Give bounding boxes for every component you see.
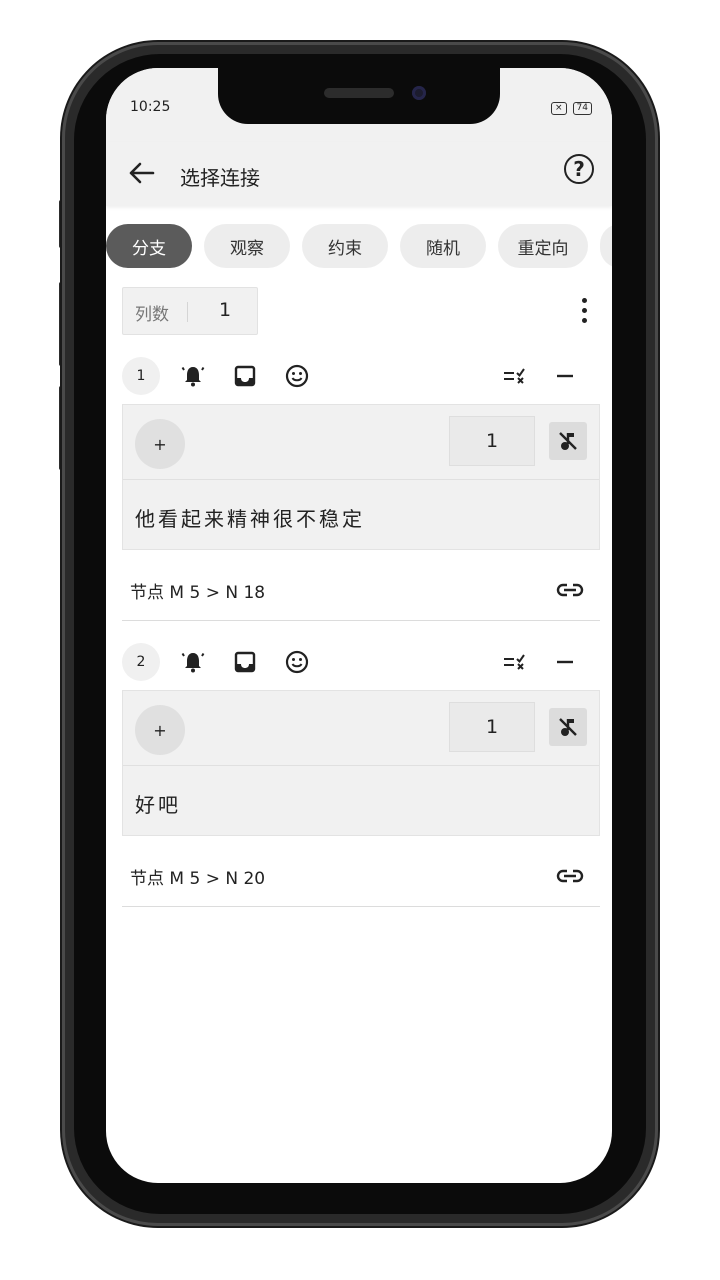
branch-header: 2 [122,642,600,682]
page-title: 选择连接 [180,166,260,190]
inbox-icon[interactable] [232,649,258,675]
tab-random[interactable]: 随机 [400,224,486,268]
tab-redirect[interactable]: 重定向 [498,224,588,268]
branch-dialogue-text[interactable]: 他看起来精神很不稳定 [135,503,365,532]
add-condition-button[interactable]: + [135,705,185,755]
status-icons: × 74 [551,102,592,115]
alarm-bell-icon[interactable] [180,649,206,675]
music-off-icon[interactable] [549,422,587,460]
checklist-icon[interactable] [502,649,528,675]
app-bar: 选择连接 ? [106,142,612,206]
branch-node-label: 节点 M 5 > N 20 [130,869,266,889]
tab-overflow[interactable] [600,224,612,268]
branch-dialogue-text[interactable]: 好吧 [135,789,181,818]
branch-divider [122,620,600,621]
smiley-icon[interactable] [284,363,310,389]
inbox-icon[interactable] [232,363,258,389]
connection-type-tabs: 分支 观察 约束 随机 重定向 [106,224,612,268]
front-camera [412,86,426,100]
branch-node-label: 节点 M 5 > N 18 [130,583,266,603]
branch-weight-input[interactable]: 1 [449,416,535,466]
music-off-icon[interactable] [549,708,587,746]
branch-index: 2 [122,643,160,681]
tab-observe[interactable]: 观察 [204,224,290,268]
notch [218,68,500,124]
link-icon[interactable] [556,580,584,600]
branch-divider [122,906,600,907]
tab-branch[interactable]: 分支 [106,224,192,268]
add-condition-button[interactable]: + [135,419,185,469]
tab-constraint[interactable]: 约束 [302,224,388,268]
minus-icon[interactable] [552,649,578,675]
alarm-bell-icon[interactable] [180,363,206,389]
column-count-field[interactable]: 列数 1 [122,287,258,335]
speaker-grille [324,88,394,98]
screen: 10:25 × 74 选择连接 ? 分支 观察 约束 随机 重定向 列数 1 1 [106,68,612,1183]
checklist-icon[interactable] [502,363,528,389]
sim-off-icon: × [551,102,567,115]
card-divider [123,479,599,480]
more-vertical-icon[interactable] [582,298,588,326]
branch-header: 1 [122,356,600,396]
card-divider [123,765,599,766]
help-circle-icon[interactable]: ? [564,154,594,184]
branch-index: 1 [122,357,160,395]
arrow-left-icon[interactable] [124,156,158,190]
column-count-label: 列数 [135,305,169,325]
smiley-icon[interactable] [284,649,310,675]
branch-card: + 1 他看起来精神很不稳定 [122,404,600,550]
link-icon[interactable] [556,866,584,886]
battery-indicator: 74 [572,102,592,115]
branch-card: + 1 好吧 [122,690,600,836]
column-count-divider [187,302,188,322]
branch-weight-input[interactable]: 1 [449,702,535,752]
column-count-value[interactable]: 1 [219,299,231,321]
minus-icon[interactable] [552,363,578,389]
status-time: 10:25 [130,99,171,115]
